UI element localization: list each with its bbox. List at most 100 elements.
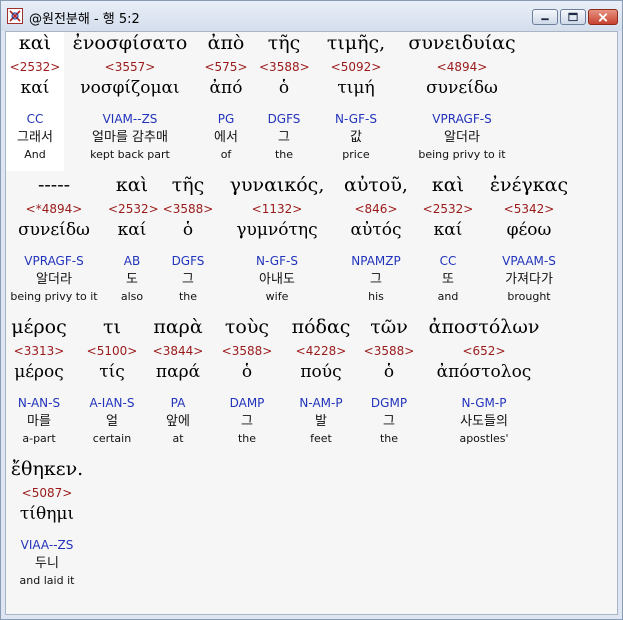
lemma: μέρος [14,362,64,382]
korean-gloss: 알더라 [444,130,480,145]
word-column[interactable]: γυναικός, <1132> γυμνότης N-GF-S 아내도 wif… [222,174,332,303]
strong-number: <3557> [104,60,156,74]
close-icon [598,13,608,22]
word-column[interactable]: πόδας <4228> πούς N-AM-P 발 feet [285,316,357,445]
lemma: παρά [155,362,201,382]
word-column[interactable]: καὶ <2532> καί CC 또 and [421,174,475,303]
morphology-code: VPRAGF-S [432,112,492,126]
lemma: καί [20,78,50,98]
strong-number: <3588> [162,202,214,216]
greek-word: ἔθηκεν. [10,458,84,480]
word-analysis-panel[interactable]: καὶ <2532> καί CC 그래서 And ἐνοσφίσατο <35… [5,31,618,615]
word-column[interactable]: ἔθηκεν. <5087> τίθημι VIAA--ZS 두니 and la… [6,458,88,587]
strong-number: <2532> [108,202,159,216]
lemma: καί [117,220,147,240]
strong-number: <3313> [13,344,65,358]
morphology-code: N-GM-P [461,396,507,410]
minimize-icon [541,18,549,21]
title-bar[interactable]: @원전분해 - 행 5:2 [1,1,622,31]
strong-number: <3588> [363,344,415,358]
english-gloss: the [274,148,294,161]
english-gloss: also [120,290,144,303]
close-button[interactable] [588,9,618,25]
korean-gloss: 얼마를 감추매 [92,130,168,145]
lemma: πούς [300,362,342,382]
strong-number: <2532> [422,202,474,216]
lemma: τιμή [337,78,375,98]
strong-number: <4894> [436,60,488,74]
lemma: συνείδω [426,78,498,98]
english-gloss: And [24,148,46,161]
word-column[interactable]: τιμῆς, <5092> τιμή N-GF-S 값 price [318,32,394,161]
greek-word: μέρος [11,316,67,338]
korean-gloss: 그 [182,272,194,287]
korean-gloss: 앞에 [166,414,190,429]
word-column[interactable]: μέρος <3313> μέρος N-AN-S 마를 a-part [6,316,72,445]
greek-word: ἐνέγκας [489,174,569,196]
lemma: ὁ [241,362,253,382]
lemma: γυμνότης [236,220,318,240]
greek-word: τι [103,316,121,338]
lemma: καί [433,220,463,240]
morphology-code: N-GF-S [335,112,377,126]
english-gloss: certain [92,432,132,445]
morphology-code: VIAM--ZS [102,112,158,126]
morphology-code: N-AM-P [299,396,343,410]
lemma: ἀπό [209,78,243,98]
greek-word: ἀποστόλων [428,316,540,338]
korean-gloss: 값 [350,130,362,145]
word-column[interactable]: ἀποστόλων <652> ἀπόστολος N-GM-P 사도들의 ap… [424,316,544,445]
greek-word: τοὺς [224,316,270,338]
english-gloss: a-part [22,432,56,445]
word-column[interactable]: τι <5100> τίς A-IAN-S 얼 certain [82,316,142,445]
strong-number: <2532> [9,60,61,74]
korean-gloss: 아내도 [259,272,295,287]
morphology-code: NPAMZP [351,254,401,268]
morphology-code: DGMP [370,396,408,410]
english-gloss: the [237,432,257,445]
english-gloss: the [178,290,198,303]
word-column[interactable]: καὶ <2532> καί AB 도 also [108,174,159,303]
strong-number: <5092> [330,60,382,74]
lemma: ὁ [383,362,395,382]
word-column[interactable]: καὶ <2532> καί CC 그래서 And [6,32,64,171]
maximize-button[interactable] [560,9,586,25]
korean-gloss: 얼 [106,414,118,429]
lemma: αὐτός [350,220,402,240]
strong-number: <1132> [251,202,303,216]
word-column[interactable]: παρὰ <3844> παρά PA 앞에 at [148,316,208,445]
word-column[interactable]: τῶν <3588> ὁ DGMP 그 the [362,316,416,445]
word-column[interactable]: τοὺς <3588> ὁ DAMP 그 the [216,316,278,445]
strong-number: <*4894> [25,202,83,216]
morphology-code: VIAA--ZS [20,538,74,552]
korean-gloss: 그 [278,130,290,145]
word-column[interactable]: ἀπὸ <575> ἀπό PG 에서 of [201,32,251,161]
app-window: @원전분해 - 행 5:2 καὶ <2532> καί CC 그래서 And … [0,0,623,620]
morphology-code: AB [123,254,141,268]
lemma: ἀπόστολος [436,362,532,382]
word-column[interactable]: τῆς <3588> ὁ DGFS 그 the [162,174,214,303]
window-title: @원전분해 - 행 5:2 [29,12,140,27]
korean-gloss: 그래서 [17,130,53,145]
word-column[interactable]: ----- <*4894> συνείδω VPRAGF-S 알더라 being… [6,174,102,303]
korean-gloss: 두니 [35,556,59,571]
minimize-button[interactable] [532,9,558,25]
word-column[interactable]: ἐνέγκας <5342> φέοω VPAAM-S 가져다가 brought [484,174,574,303]
lemma: τίθημι [19,504,75,524]
english-gloss: the [379,432,399,445]
greek-word: τῆς [267,32,301,54]
strong-number: <3844> [152,344,204,358]
greek-word: παρὰ [153,316,203,338]
word-column[interactable]: ἐνοσφίσατο <3557> νοσφίζομαι VIAM--ZS 얼마… [68,32,192,161]
word-column[interactable]: τῆς <3588> ὁ DGFS 그 the [259,32,310,161]
english-gloss: of [220,148,232,161]
greek-word: αὐτοῦ, [344,174,408,196]
word-column[interactable]: συνειδυίας <4894> συνείδω VPRAGF-S 알더라 b… [402,32,522,161]
lemma: τίς [99,362,125,382]
greek-word: καὶ [18,32,52,54]
word-column[interactable]: αὐτοῦ, <846> αὐτός NPAMZP 그 his [340,174,412,303]
morphology-code: VPAAM-S [502,254,556,268]
strong-number: <5100> [86,344,138,358]
english-gloss: his [368,290,384,303]
morphology-code: A-IAN-S [89,396,135,410]
